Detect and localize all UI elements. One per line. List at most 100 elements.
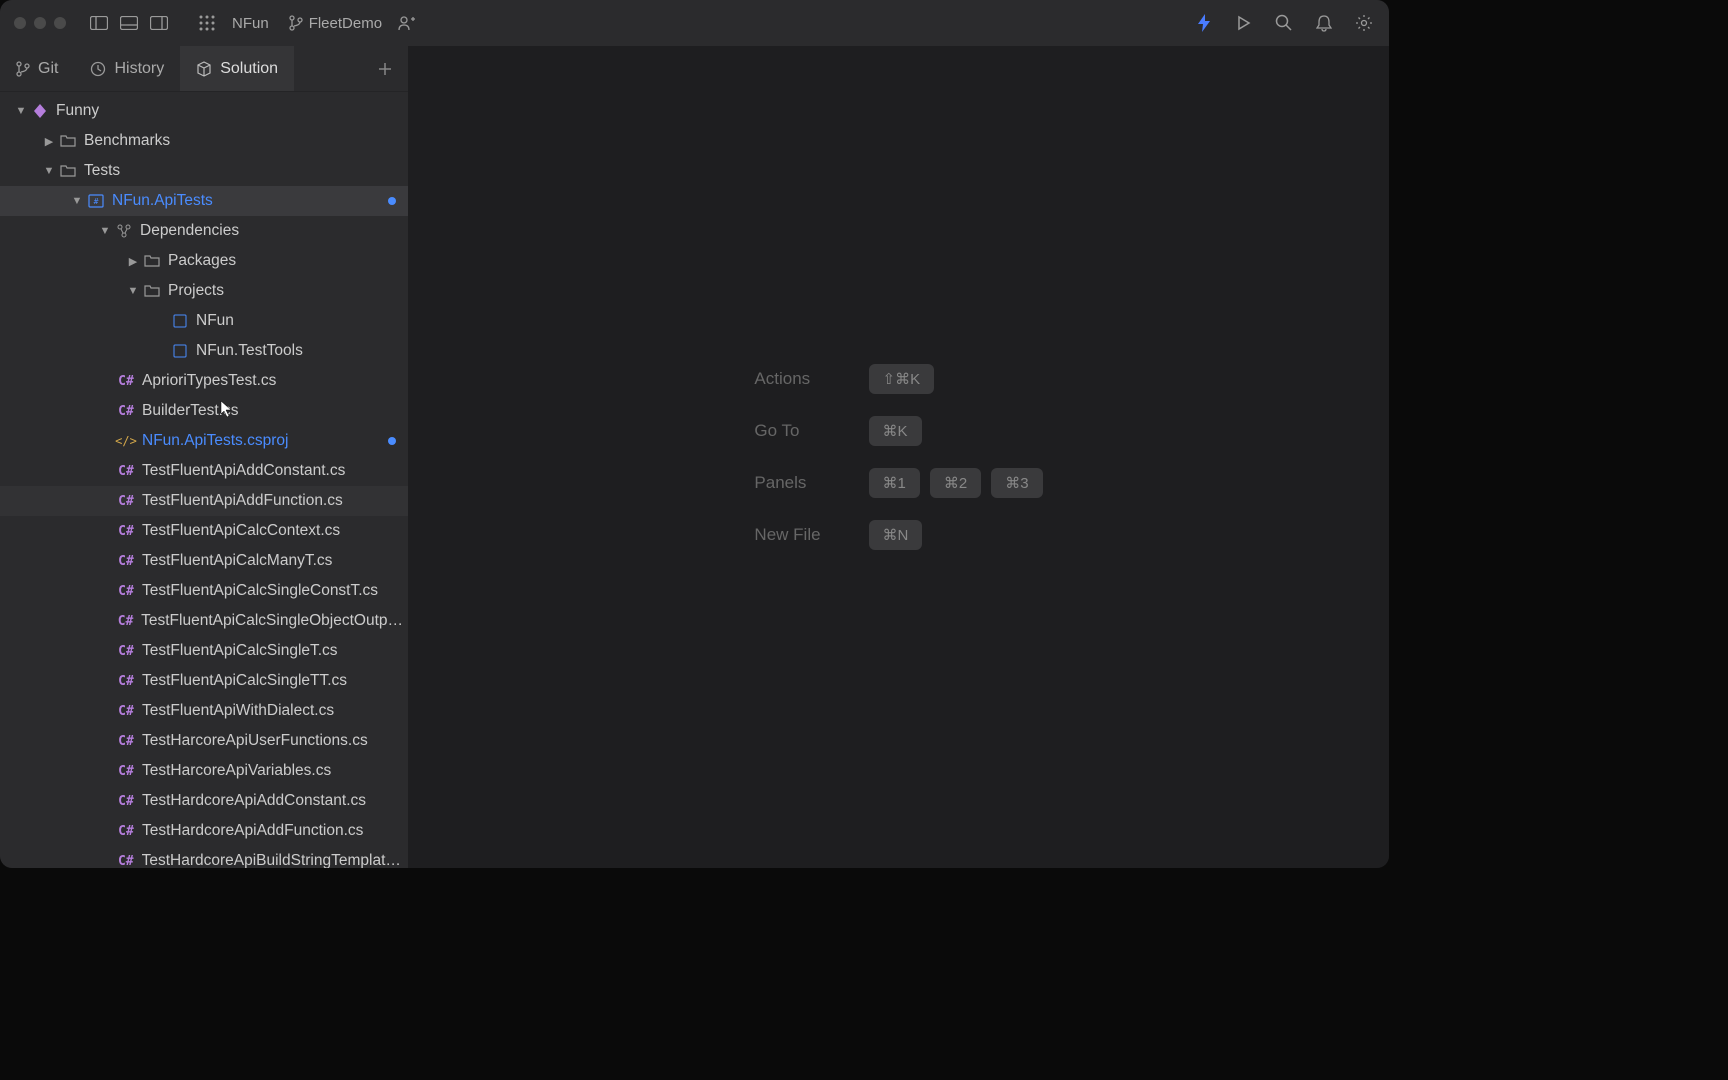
key-hint: ⌘N: [869, 520, 923, 550]
search-icon[interactable]: [1273, 12, 1295, 34]
tree-dependencies[interactable]: ▼ Dependencies: [0, 216, 408, 246]
tree-label: TestFluentApiCalcSingleConstT.cs: [142, 582, 378, 600]
close-window-icon[interactable]: [14, 17, 26, 29]
tree-file[interactable]: C# TestFluentApiWithDialect.cs: [0, 696, 408, 726]
tree-file[interactable]: C# TestFluentApiCalcManyT.cs: [0, 546, 408, 576]
csharp-file-icon: C#: [116, 794, 136, 809]
key-hint: ⌘3: [991, 468, 1042, 498]
minimize-window-icon[interactable]: [34, 17, 46, 29]
tree-label: Projects: [168, 282, 224, 300]
tree-label: TestHardcoreApiAddFunction.cs: [142, 822, 363, 840]
tree-label: Tests: [84, 162, 120, 180]
chevron-down-icon: ▼: [40, 165, 58, 177]
tree-file[interactable]: C# TestFluentApiAddFunction.cs: [0, 486, 408, 516]
chevron-down-icon: ▼: [124, 285, 142, 297]
tree-label: NFun.ApiTests.csproj: [142, 432, 288, 450]
tree-project-apitests[interactable]: ▼ # NFun.ApiTests: [0, 186, 408, 216]
tree-label: BuilderTest.cs: [142, 402, 238, 420]
add-collaborator-icon[interactable]: [396, 12, 418, 34]
smart-mode-icon[interactable]: [1193, 12, 1215, 34]
dependencies-icon: [114, 224, 134, 238]
tab-git-label: Git: [38, 60, 58, 78]
key-hint: ⌘2: [930, 468, 981, 498]
tree-projects-folder[interactable]: ▼ Projects: [0, 276, 408, 306]
tree-label: TestFluentApiCalcContext.cs: [142, 522, 340, 540]
maximize-window-icon[interactable]: [54, 17, 66, 29]
project-ref-icon: [170, 344, 190, 358]
folder-icon: [58, 164, 78, 178]
solution-tree: ▼ Funny ▶ Benchmarks ▼ Tests ▼ #: [0, 92, 408, 868]
apps-grid-icon[interactable]: [196, 12, 218, 34]
tree-label: TestFluentApiCalcSingleObjectOutput.cs: [141, 612, 408, 630]
settings-icon[interactable]: [1353, 12, 1375, 34]
panel-bottom-icon[interactable]: [118, 12, 140, 34]
tree-label: TestFluentApiWithDialect.cs: [142, 702, 334, 720]
tree-file[interactable]: C# TestFluentApiCalcSingleTT.cs: [0, 666, 408, 696]
tree-label: TestFluentApiCalcSingleTT.cs: [142, 672, 347, 690]
traffic-lights[interactable]: [14, 17, 66, 29]
xml-file-icon: </>: [116, 434, 136, 448]
csharp-file-icon: C#: [116, 614, 135, 629]
tab-solution-label: Solution: [220, 60, 278, 78]
tree-file[interactable]: C# TestFluentApiAddConstant.cs: [0, 456, 408, 486]
csharp-file-icon: C#: [116, 824, 136, 839]
tree-file[interactable]: C# TestHardcoreApiAddFunction.cs: [0, 816, 408, 846]
tab-git[interactable]: Git: [0, 46, 74, 91]
tree-folder-tests[interactable]: ▼ Tests: [0, 156, 408, 186]
tree-label: AprioriTypesTest.cs: [142, 372, 276, 390]
tab-history[interactable]: History: [74, 46, 180, 91]
csharp-file-icon: C#: [116, 584, 136, 599]
tree-packages[interactable]: ▶ Packages: [0, 246, 408, 276]
tab-solution[interactable]: Solution: [180, 46, 294, 91]
tree-folder-benchmarks[interactable]: ▶ Benchmarks: [0, 126, 408, 156]
package-folder-icon: [142, 254, 162, 268]
tree-file[interactable]: C# TestFluentApiCalcSingleObjectOutput.c…: [0, 606, 408, 636]
sidebar: Git History Solution ▼ Funny: [0, 46, 408, 868]
csharp-file-icon: C#: [116, 854, 136, 869]
tree-file[interactable]: C# TestHardcoreApiAddConstant.cs: [0, 786, 408, 816]
csharp-file-icon: C#: [116, 644, 136, 659]
key-hint: ⌘K: [869, 416, 922, 446]
run-icon[interactable]: [1233, 12, 1255, 34]
chevron-right-icon: ▶: [40, 135, 58, 148]
hint-actions-label: Actions: [754, 369, 820, 389]
tree-file[interactable]: C# TestFluentApiCalcContext.cs: [0, 516, 408, 546]
key-hint: ⇧⌘K: [869, 364, 935, 394]
csharp-file-icon: C#: [116, 374, 136, 389]
csharp-file-icon: C#: [116, 704, 136, 719]
folder-icon: [58, 134, 78, 148]
hint-newfile-label: New File: [754, 525, 820, 545]
csharp-file-icon: C#: [116, 464, 136, 479]
tree-file[interactable]: C# TestHardcoreApiBuildStringTemplate.cs: [0, 846, 408, 868]
tree-project-ref-nfun[interactable]: NFun: [0, 306, 408, 336]
csharp-file-icon: C#: [116, 554, 136, 569]
tree-label: NFun: [196, 312, 234, 330]
titlebar: NFun FleetDemo: [0, 0, 1389, 46]
tree-file[interactable]: C# TestFluentApiCalcSingleT.cs: [0, 636, 408, 666]
branch-selector[interactable]: FleetDemo: [283, 15, 388, 32]
tree-label: NFun.TestTools: [196, 342, 303, 360]
tree-label: Funny: [56, 102, 99, 120]
tree-root[interactable]: ▼ Funny: [0, 96, 408, 126]
tree-file-csproj[interactable]: </> NFun.ApiTests.csproj: [0, 426, 408, 456]
chevron-right-icon: ▶: [124, 255, 142, 268]
add-tab-button[interactable]: [362, 46, 408, 91]
panel-left-icon[interactable]: [88, 12, 110, 34]
tree-file[interactable]: C# TestFluentApiCalcSingleConstT.cs: [0, 576, 408, 606]
tree-label: TestHardcoreApiBuildStringTemplate.cs: [142, 852, 408, 868]
tree-file[interactable]: C# TestHarcoreApiUserFunctions.cs: [0, 726, 408, 756]
tree-label: TestHarcoreApiVariables.cs: [142, 762, 331, 780]
modified-indicator-icon: [388, 197, 396, 205]
tree-label: TestFluentApiAddFunction.cs: [142, 492, 343, 510]
tree-file[interactable]: C# AprioriTypesTest.cs: [0, 366, 408, 396]
tree-label: TestFluentApiCalcSingleT.cs: [142, 642, 338, 660]
notifications-icon[interactable]: [1313, 12, 1335, 34]
tree-file[interactable]: C# BuilderTest.cs: [0, 396, 408, 426]
panel-right-icon[interactable]: [148, 12, 170, 34]
project-name[interactable]: NFun: [226, 15, 275, 32]
tree-project-ref-testtools[interactable]: NFun.TestTools: [0, 336, 408, 366]
tree-label: TestHardcoreApiAddConstant.cs: [142, 792, 366, 810]
solution-icon: [30, 103, 50, 119]
tree-file[interactable]: C# TestHarcoreApiVariables.cs: [0, 756, 408, 786]
tab-history-label: History: [114, 60, 164, 78]
